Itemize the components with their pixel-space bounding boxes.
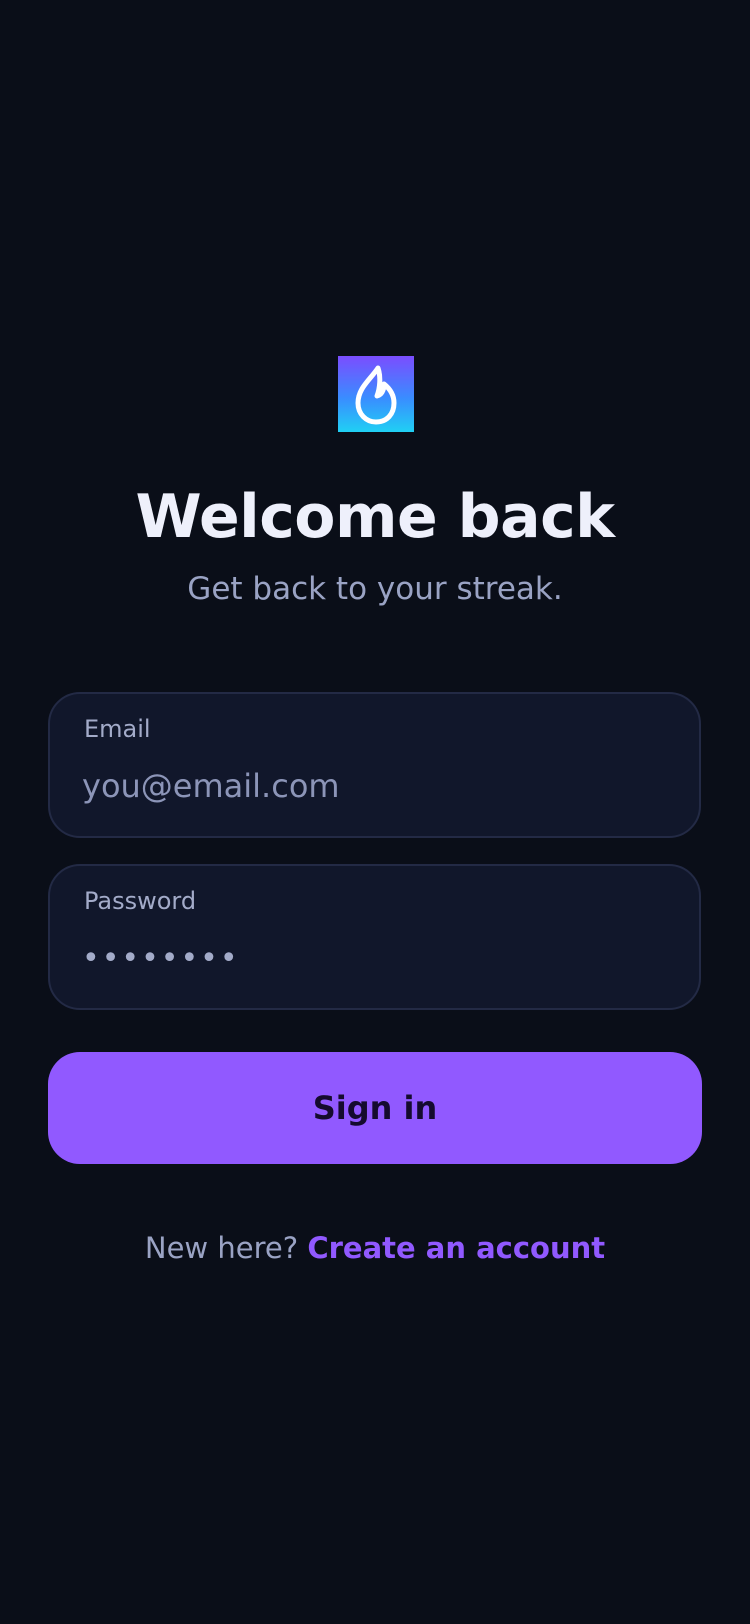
signup-prompt-text: New here?: [144, 1231, 299, 1265]
signup-prompt: New here? Create an account: [0, 1226, 750, 1270]
password-input[interactable]: [82, 930, 662, 986]
sign-in-button[interactable]: Sign in: [48, 1052, 702, 1164]
login-screen: Welcome back Get back to your streak. Em…: [0, 0, 750, 1624]
email-field[interactable]: Email: [48, 692, 701, 838]
password-field[interactable]: Password: [48, 864, 701, 1010]
email-input[interactable]: [82, 758, 662, 814]
email-label: Email: [84, 715, 151, 743]
app-logo: [338, 356, 414, 432]
create-account-link[interactable]: Create an account: [307, 1231, 605, 1265]
page-title: Welcome back: [135, 482, 615, 552]
page-subtitle: Get back to your streak.: [187, 571, 563, 607]
flame-icon: [355, 365, 397, 425]
password-label: Password: [84, 887, 197, 915]
